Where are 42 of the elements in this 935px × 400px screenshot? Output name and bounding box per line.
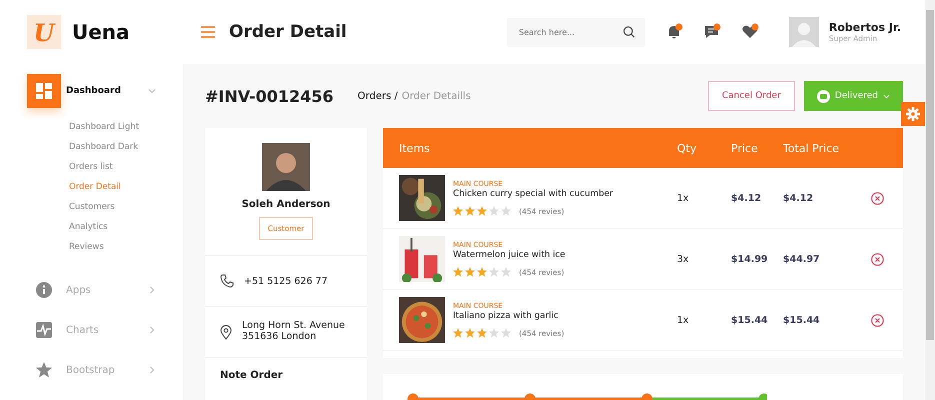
search-field[interactable]: Search here... [506, 18, 645, 46]
sidebar-item[interactable]: Dashboard [66, 86, 144, 96]
submenu-item[interactable]: Order Detail [69, 180, 183, 195]
brand-name: Uena [72, 20, 130, 44]
item-name: Italiano pizza with garlic [453, 311, 560, 321]
search-input[interactable]: Search here... [516, 26, 623, 38]
price: $15.44 [731, 314, 769, 326]
column-header: Qty [677, 142, 698, 154]
total-price: $44.97 [783, 254, 821, 264]
quantity: 1x [677, 314, 690, 326]
price: $4.12 [731, 192, 762, 204]
logo-icon: U [27, 15, 61, 49]
page-title: Order Detail [229, 22, 347, 42]
total-price: $15.44 [783, 314, 821, 326]
cancel-order-button[interactable]: Cancel Order [708, 81, 795, 111]
submenu-item[interactable]: Reviews [69, 240, 183, 255]
submenu-item[interactable]: Customers [69, 200, 183, 215]
column-header: Price [731, 142, 759, 154]
submenu-item[interactable]: Analytics [69, 220, 183, 235]
breadcrumb-link[interactable]: Orders / [358, 90, 398, 102]
customer-phone: +51 5125 626 77 [244, 276, 328, 286]
customer-address: Long Horn St. Avenue 351636 London [242, 321, 345, 343]
note-title: Note Order [220, 370, 283, 381]
submenu-item[interactable]: Dashboard Light [69, 120, 183, 135]
invoice-number: #INV-0012456 [205, 86, 334, 106]
sidebar-item[interactable]: Bootstrap [66, 364, 144, 376]
column-header: Total Price [783, 142, 840, 154]
status-dropdown-button[interactable]: Delivered [804, 81, 903, 111]
sidebar-item[interactable]: Apps [66, 284, 144, 296]
quantity: 3x [677, 254, 690, 264]
submenu-item[interactable]: Orders list [69, 160, 183, 175]
user-name: Robertos Jr. [828, 21, 901, 34]
total-price: $4.12 [783, 192, 814, 204]
breadcrumb-current: Order Detaills [402, 90, 471, 102]
item-name: Chicken curry special with cucumber [453, 189, 613, 199]
submenu-item[interactable]: Dashboard Dark [69, 140, 183, 155]
column-header: Items [399, 142, 431, 154]
sidebar-item[interactable]: Charts [66, 324, 144, 336]
price: $14.99 [731, 254, 769, 264]
quantity: 1x [677, 192, 690, 204]
item-name: Watermelon juice with ice [453, 250, 566, 260]
customer-name: Soleh Anderson [242, 199, 330, 210]
